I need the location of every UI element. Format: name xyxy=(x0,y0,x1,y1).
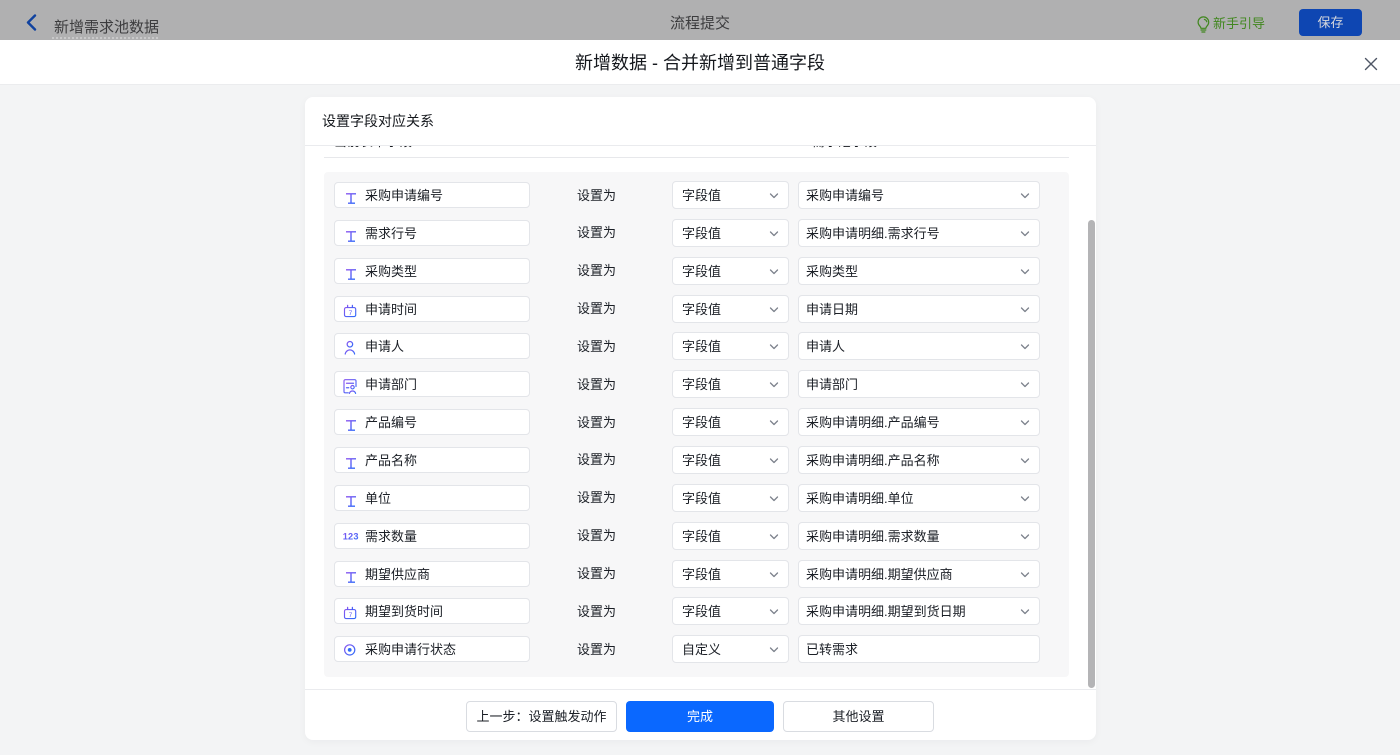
svg-text:7: 7 xyxy=(349,613,353,620)
svg-text:7: 7 xyxy=(349,310,353,317)
svg-text:123: 123 xyxy=(343,531,359,541)
